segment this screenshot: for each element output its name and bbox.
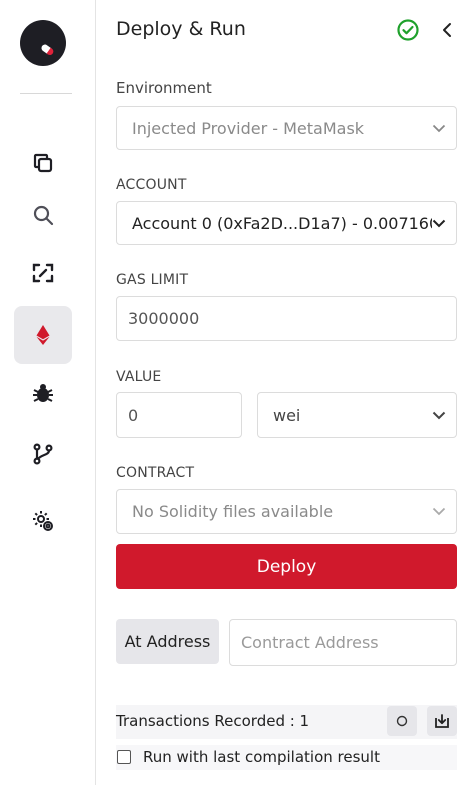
transactions-recorded-label[interactable]: Transactions Recorded : 1: [116, 712, 309, 730]
value-label: VALUE: [116, 369, 162, 385]
panel-title: Deploy & Run: [116, 18, 246, 40]
compiler-icon[interactable]: [14, 244, 72, 302]
contract-address-placeholder: Contract Address: [241, 633, 379, 652]
check-circle-icon: [397, 19, 419, 41]
clear-transactions-button[interactable]: [387, 706, 417, 736]
run-last-compilation-label: Run with last compilation result: [143, 748, 380, 766]
at-address-button[interactable]: At Address: [116, 619, 219, 664]
gas-limit-input[interactable]: 3000000: [116, 296, 457, 341]
debugger-icon[interactable]: [14, 364, 72, 422]
value-amount-input[interactable]: 0: [116, 392, 242, 438]
account-value: Account 0 (0xFa2D...D1a7) - 0.00716024: [132, 213, 432, 233]
contract-value: No Solidity files available: [132, 502, 334, 521]
contract-address-input[interactable]: Contract Address: [229, 619, 457, 666]
account-label: ACCOUNT: [116, 177, 187, 193]
deploy-button[interactable]: Deploy: [116, 544, 457, 589]
run-last-compilation-checkbox[interactable]: [117, 750, 131, 764]
chevron-left-icon[interactable]: [440, 20, 454, 40]
file-explorer-icon[interactable]: [14, 134, 72, 192]
value-amount: 0: [128, 405, 139, 425]
value-unit: wei: [273, 405, 301, 425]
environment-label: Environment: [116, 79, 212, 97]
git-icon[interactable]: [14, 425, 72, 483]
save-scenario-button[interactable]: [427, 706, 457, 736]
remix-logo[interactable]: [20, 20, 66, 66]
chevron-down-icon: [432, 411, 446, 419]
ethereum-icon[interactable]: [14, 306, 72, 364]
chevron-down-icon: [432, 219, 446, 227]
rail-divider: [20, 93, 72, 94]
environment-value: Injected Provider - MetaMask: [132, 118, 365, 138]
icon-panel: [0, 0, 96, 785]
contract-label: CONTRACT: [116, 465, 195, 481]
value-unit-select[interactable]: wei: [257, 392, 457, 438]
settings-icon[interactable]: [14, 492, 72, 550]
circle-icon: [396, 715, 408, 727]
gas-limit-value: 3000000: [128, 309, 200, 328]
environment-select[interactable]: Injected Provider - MetaMask: [116, 106, 457, 150]
search-icon[interactable]: [14, 186, 72, 244]
chevron-down-icon: [432, 124, 446, 132]
download-icon: [435, 714, 449, 728]
account-select[interactable]: Account 0 (0xFa2D...D1a7) - 0.00716024: [116, 201, 457, 245]
gas-limit-label: GAS LIMIT: [116, 272, 189, 288]
contract-select[interactable]: No Solidity files available: [116, 489, 457, 534]
chevron-down-icon: [432, 507, 446, 516]
